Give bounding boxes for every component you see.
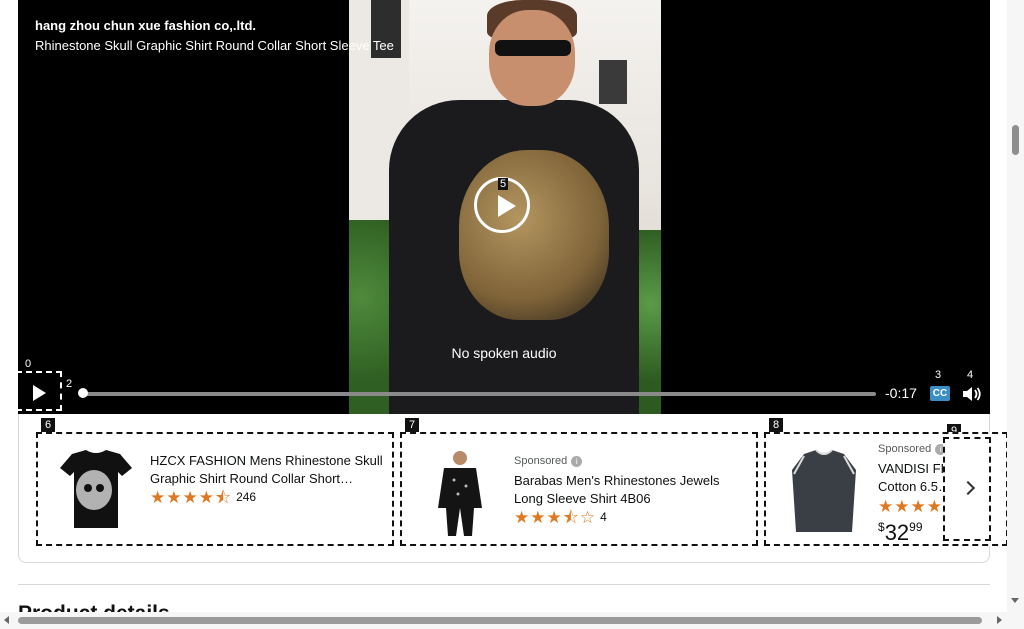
rating-count[interactable]: 246 (236, 490, 256, 504)
video-controls: -0:17 CC (18, 371, 990, 413)
video-brand: hang zhou chun xue fashion co,.ltd. (35, 18, 256, 33)
star-rating: ★★★★⯪ (150, 488, 233, 507)
annotation-label: 7 (405, 418, 420, 432)
skull-graphic (459, 150, 609, 320)
related-product-card[interactable]: HZCX FASHION Mens Rhinestone Skull Graph… (36, 432, 394, 546)
info-icon[interactable]: i (571, 455, 583, 467)
sponsored-label: Sponsored i (514, 452, 748, 470)
video-title: Rhinestone Skull Graphic Shirt Round Col… (35, 38, 394, 53)
sponsored-text: Sponsored (514, 455, 568, 467)
product-title[interactable]: Barabas Men's Rhinestones Jewels Long Sl… (514, 472, 748, 508)
chevron-right-icon[interactable] (943, 437, 991, 541)
annotation-label: 6 (41, 418, 56, 432)
model-head (489, 10, 575, 106)
scroll-down-icon[interactable] (1011, 598, 1019, 603)
rating-count[interactable]: 4 (600, 510, 607, 524)
sunglasses (495, 40, 571, 56)
product-rating: ★★★★⯪ 246 (150, 488, 384, 508)
no-audio-caption: No spoken audio (451, 345, 557, 361)
price-whole: 32 (884, 520, 910, 545)
progress-handle[interactable] (78, 388, 88, 398)
star-rating: ★★★⯪☆ (514, 508, 597, 527)
scroll-right-icon[interactable] (997, 616, 1002, 624)
horizontal-scrollbar[interactable] (0, 612, 1024, 629)
progress-bar[interactable] (78, 388, 876, 398)
horizontal-scroll-thumb[interactable] (18, 617, 982, 624)
related-product-card[interactable]: Sponsored i Barabas Men's Rhinestones Jew… (400, 432, 758, 546)
product-thumbnail (786, 448, 862, 534)
vertical-scroll-thumb[interactable] (1012, 125, 1019, 155)
product-rating: ★★★⯪☆ 4 (514, 508, 748, 528)
time-remaining: -0:17 (885, 385, 917, 401)
frame-window-2 (599, 60, 627, 104)
play-icon[interactable] (31, 383, 47, 403)
product-thumbnail (58, 448, 134, 534)
product-thumbnail (422, 448, 498, 536)
volume-icon[interactable] (962, 385, 982, 403)
product-info: Sponsored i Barabas Men's Rhinestones Jew… (514, 452, 748, 528)
product-info: HZCX FASHION Mens Rhinestone Skull Graph… (150, 452, 384, 508)
closed-captions-icon[interactable]: CC (930, 386, 950, 401)
price-fraction: 99 (909, 520, 923, 534)
annotation-label: 0 (25, 358, 32, 370)
video-player[interactable]: hang zhou chun xue fashion co,.ltd. Rhin… (18, 0, 990, 414)
sponsored-text: Sponsored (878, 443, 932, 455)
price-currency: $ (878, 520, 885, 534)
section-divider (18, 584, 990, 585)
annotation-label: 5 (498, 178, 509, 190)
product-title[interactable]: HZCX FASHION Mens Rhinestone Skull Graph… (150, 452, 384, 488)
scroll-left-icon[interactable] (4, 616, 9, 624)
vertical-scrollbar[interactable] (1007, 0, 1024, 612)
annotation-label: 8 (769, 418, 784, 432)
